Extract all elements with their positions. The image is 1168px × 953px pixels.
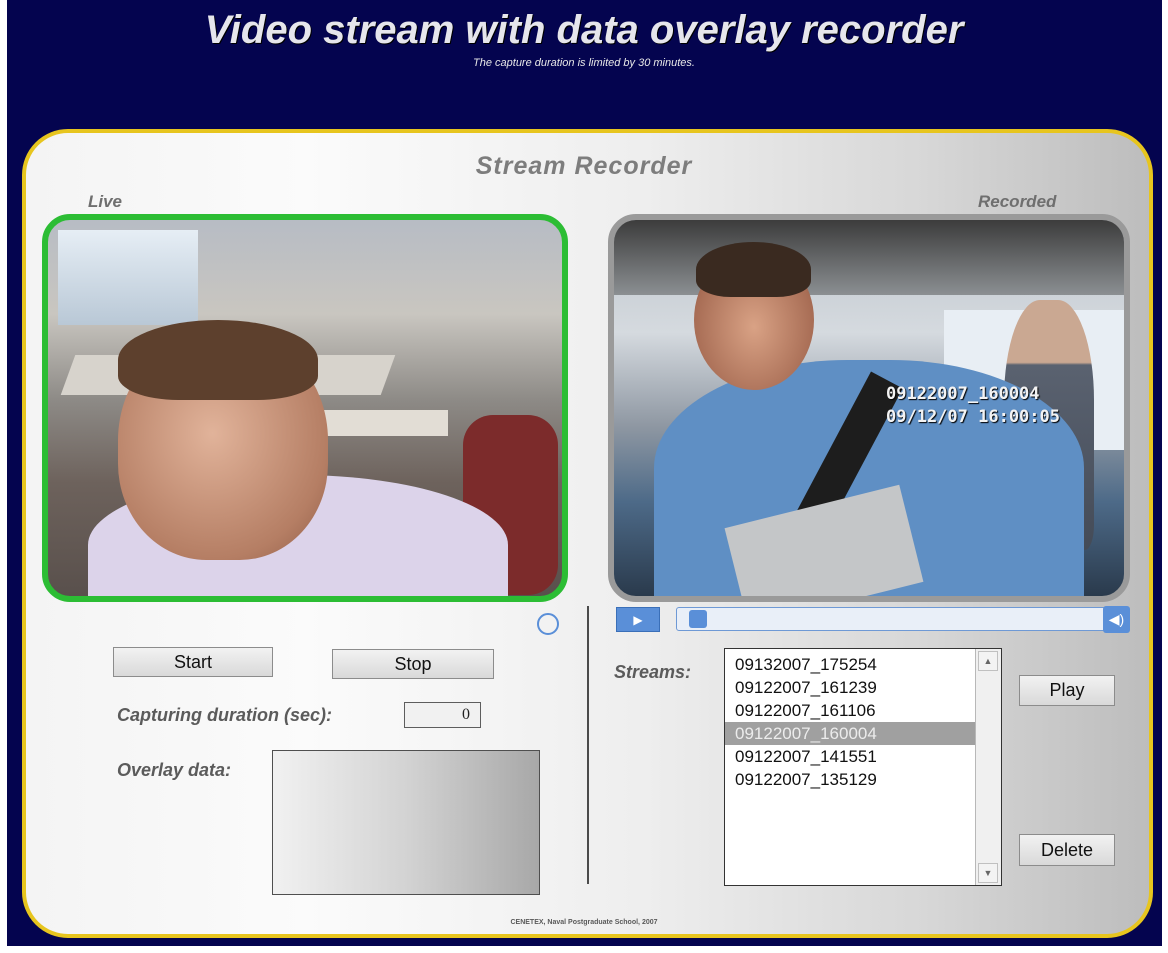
page-title: Video stream with data overlay recorder <box>204 8 964 52</box>
start-button[interactable]: Start <box>113 647 273 677</box>
capturing-duration-field: 0 <box>404 702 481 728</box>
live-scene-window <box>58 230 198 325</box>
overlay-data-input[interactable] <box>272 750 540 895</box>
overlay-data-label: Overlay data: <box>117 760 232 780</box>
streams-list-items: 09132007_175254 09122007_161239 09122007_1… <box>725 653 975 791</box>
play-icon[interactable]: ▶ <box>616 607 660 632</box>
recorded-scene-ceiling <box>614 220 1124 295</box>
page-subtitle: The capture duration is limited by 30 mi… <box>473 57 695 69</box>
recorded-scene-person-hair <box>696 242 811 297</box>
stream-list-item[interactable]: 09122007_135129 <box>725 768 975 791</box>
live-scene-person-hair <box>118 320 318 400</box>
stop-button[interactable]: Stop <box>332 649 494 679</box>
recorded-data-overlay: 09122007_160004 09/12/07 16:00:05 <box>886 383 1060 429</box>
stream-list-item[interactable]: 09122007_141551 <box>725 745 975 768</box>
capturing-duration-label: Capturing duration (sec): <box>117 705 332 725</box>
stream-list-item[interactable]: 09122007_161239 <box>725 676 975 699</box>
scroll-up-icon[interactable]: ▲ <box>978 651 998 671</box>
speaker-icon[interactable]: ◀) <box>1103 606 1130 633</box>
streams-label: Streams: <box>614 662 692 682</box>
stream-list-item[interactable]: 09122007_160004 <box>725 722 975 745</box>
vertical-divider <box>587 606 589 884</box>
delete-button[interactable]: Delete <box>1019 834 1115 866</box>
seek-slider-thumb[interactable] <box>689 610 708 628</box>
overlay-stream-id: 09122007_160004 <box>886 384 1040 404</box>
overlay-timestamp: 09/12/07 16:00:05 <box>886 407 1060 427</box>
scroll-down-icon[interactable]: ▼ <box>978 863 998 883</box>
list-scrollbar[interactable]: ▲ ▼ <box>975 649 1001 885</box>
stream-list-item[interactable]: 09122007_161106 <box>725 699 975 722</box>
footer-credit: CENETEX, Naval Postgraduate School, 2007 <box>510 919 658 926</box>
live-label: Live <box>88 192 123 211</box>
media-controls: ▶ ◀) <box>616 606 1131 634</box>
play-button[interactable]: Play <box>1019 675 1115 706</box>
live-video-view <box>42 214 568 602</box>
live-scene-desk <box>308 410 448 436</box>
streams-list[interactable]: 09132007_175254 09122007_161239 09122007_1… <box>724 648 1002 886</box>
stream-list-item[interactable]: 09132007_175254 <box>725 653 975 676</box>
recorded-label: Recorded <box>978 192 1057 211</box>
panel-title: Stream Recorder <box>475 152 693 180</box>
recording-status-indicator <box>537 613 559 635</box>
seek-slider[interactable] <box>676 607 1106 631</box>
